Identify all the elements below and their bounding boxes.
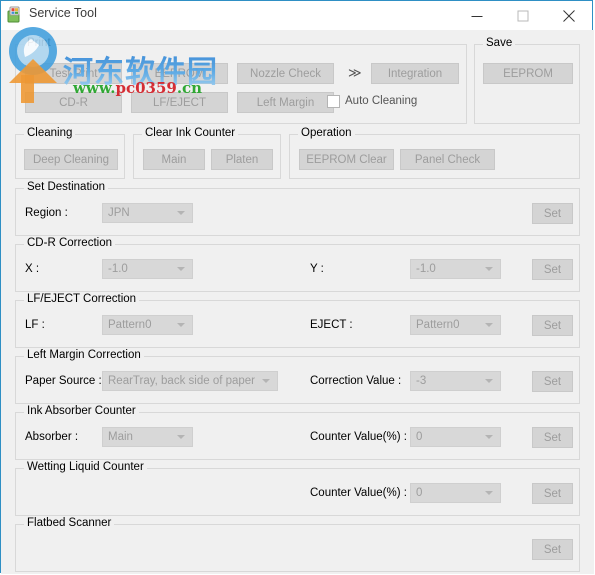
ink-absorber-counter-set-button[interactable]: Set bbox=[532, 427, 573, 448]
maximize-button[interactable] bbox=[500, 1, 546, 30]
cdr-correction-group: CD-R Correction X : -1.0 Y : -1.0 Set bbox=[15, 237, 580, 292]
region-select[interactable]: JPN bbox=[102, 203, 193, 223]
clear-ink-main-button[interactable]: Main bbox=[143, 149, 205, 170]
wetting-liquid-counter-set-button[interactable]: Set bbox=[532, 483, 573, 504]
correction-value-select[interactable]: -3 bbox=[410, 371, 501, 391]
chevron-down-icon bbox=[485, 267, 493, 271]
title-bar: Service Tool bbox=[1, 1, 592, 30]
correction-value-value: -3 bbox=[416, 375, 427, 387]
lf-value: Pattern0 bbox=[108, 319, 152, 331]
flatbed-scanner-group: Flatbed Scanner Set bbox=[15, 517, 580, 572]
operation-group: Operation EEPROM Clear Panel Check bbox=[289, 127, 580, 179]
minimize-icon bbox=[471, 15, 483, 17]
cdr-x-label: X : bbox=[25, 263, 40, 275]
chevron-down-icon bbox=[485, 379, 493, 383]
chevron-down-icon bbox=[485, 435, 493, 439]
auto-cleaning-checkbox[interactable] bbox=[327, 95, 340, 108]
window-title: Service Tool bbox=[29, 6, 97, 20]
save-group: Save EEPROM bbox=[474, 37, 580, 124]
panel-check-button[interactable]: Panel Check bbox=[400, 149, 495, 170]
double-chevron-right-icon: ≫ bbox=[348, 65, 362, 80]
cdr-y-label: Y : bbox=[310, 263, 324, 275]
lf-select[interactable]: Pattern0 bbox=[102, 315, 193, 335]
app-icon bbox=[7, 6, 24, 23]
left-margin-button[interactable]: Left Margin bbox=[237, 92, 334, 113]
cdr-y-value: -1.0 bbox=[416, 263, 436, 275]
test-print-button[interactable]: Test Print bbox=[25, 63, 122, 84]
lf-eject-button[interactable]: LF/EJECT bbox=[131, 92, 228, 113]
left-margin-correction-set-button[interactable]: Set bbox=[532, 371, 573, 392]
absorber-select[interactable]: Main bbox=[102, 427, 193, 447]
chevron-down-icon bbox=[485, 491, 493, 495]
ink-absorber-counter-group: Ink Absorber Counter Absorber : Main Cou… bbox=[15, 405, 580, 460]
correction-value-label: Correction Value : bbox=[310, 375, 402, 387]
chevron-down-icon bbox=[177, 435, 185, 439]
cdr-y-select[interactable]: -1.0 bbox=[410, 259, 501, 279]
cleaning-group: Cleaning Deep Cleaning bbox=[15, 127, 125, 179]
wetting-liquid-counter-legend: Wetting Liquid Counter bbox=[24, 461, 147, 473]
lf-eject-correction-group: LF/EJECT Correction LF : Pattern0 EJECT … bbox=[15, 293, 580, 348]
cdr-correction-legend: CD-R Correction bbox=[24, 237, 115, 249]
absorber-value: Main bbox=[108, 431, 133, 443]
wetting-liquid-counter-group: Wetting Liquid Counter Counter Value(%) … bbox=[15, 461, 580, 516]
operation-group-legend: Operation bbox=[298, 127, 355, 139]
chevron-down-icon bbox=[177, 211, 185, 215]
flatbed-scanner-set-button[interactable]: Set bbox=[532, 539, 573, 560]
auto-cleaning-label: Auto Cleaning bbox=[345, 95, 418, 107]
save-eeprom-button[interactable]: EEPROM bbox=[483, 63, 573, 84]
region-label: Region : bbox=[25, 207, 68, 219]
cdr-correction-set-button[interactable]: Set bbox=[532, 259, 573, 280]
flatbed-scanner-legend: Flatbed Scanner bbox=[24, 517, 115, 529]
cdr-x-select[interactable]: -1.0 bbox=[102, 259, 193, 279]
set-destination-legend: Set Destination bbox=[24, 181, 108, 193]
close-icon bbox=[563, 9, 575, 22]
wetting-counter-value-label: Counter Value(%) : bbox=[310, 487, 407, 499]
ink-counter-value-label: Counter Value(%) : bbox=[310, 431, 407, 443]
lf-label: LF : bbox=[25, 319, 45, 331]
print-group: Print Test Print EEPROM Nozzle Check CD-… bbox=[15, 37, 467, 124]
paper-source-value: RearTray, back side of paper bbox=[108, 375, 256, 387]
deep-cleaning-button[interactable]: Deep Cleaning bbox=[24, 149, 118, 170]
absorber-label: Absorber : bbox=[25, 431, 79, 443]
wetting-counter-value-select[interactable]: 0 bbox=[410, 483, 501, 503]
cdr-x-value: -1.0 bbox=[108, 263, 128, 275]
maximize-icon bbox=[517, 10, 529, 21]
chevron-down-icon bbox=[485, 323, 493, 327]
eject-label: EJECT : bbox=[310, 319, 353, 331]
clear-ink-platen-button[interactable]: Platen bbox=[211, 149, 273, 170]
region-value: JPN bbox=[108, 207, 130, 219]
print-group-legend: Print bbox=[24, 37, 54, 49]
eeprom-print-button[interactable]: EEPROM bbox=[131, 63, 228, 84]
cd-r-button[interactable]: CD-R bbox=[25, 92, 122, 113]
set-destination-group: Set Destination Region : JPN Set bbox=[15, 181, 580, 236]
lf-eject-correction-legend: LF/EJECT Correction bbox=[24, 293, 140, 305]
integration-button[interactable]: Integration bbox=[371, 63, 459, 84]
paper-source-select[interactable]: RearTray, back side of paper bbox=[102, 371, 278, 391]
chevron-down-icon bbox=[177, 323, 185, 327]
left-margin-correction-group: Left Margin Correction Paper Source : Re… bbox=[15, 349, 580, 404]
nozzle-check-button[interactable]: Nozzle Check bbox=[237, 63, 334, 84]
eject-value: Pattern0 bbox=[416, 319, 460, 331]
eject-select[interactable]: Pattern0 bbox=[410, 315, 501, 335]
clear-ink-counter-legend: Clear Ink Counter bbox=[142, 127, 239, 139]
minimize-button[interactable] bbox=[454, 1, 500, 30]
ink-counter-value: 0 bbox=[416, 431, 423, 443]
paper-source-label: Paper Source : bbox=[25, 375, 102, 387]
service-tool-window: Service Tool Print Test Print EEPROM Noz… bbox=[0, 0, 594, 574]
cleaning-group-legend: Cleaning bbox=[24, 127, 76, 139]
ink-counter-value-select[interactable]: 0 bbox=[410, 427, 501, 447]
save-group-legend: Save bbox=[483, 37, 516, 49]
chevron-down-icon bbox=[177, 267, 185, 271]
chevron-down-icon bbox=[262, 379, 270, 383]
close-button[interactable] bbox=[546, 1, 592, 30]
set-destination-set-button[interactable]: Set bbox=[532, 203, 573, 224]
client-area: Print Test Print EEPROM Nozzle Check CD-… bbox=[1, 30, 594, 574]
eeprom-clear-button[interactable]: EEPROM Clear bbox=[299, 149, 394, 170]
clear-ink-counter-group: Clear Ink Counter Main Platen bbox=[133, 127, 281, 179]
wetting-counter-value: 0 bbox=[416, 487, 423, 499]
lf-eject-correction-set-button[interactable]: Set bbox=[532, 315, 573, 336]
ink-absorber-counter-legend: Ink Absorber Counter bbox=[24, 405, 139, 417]
left-margin-correction-legend: Left Margin Correction bbox=[24, 349, 144, 361]
